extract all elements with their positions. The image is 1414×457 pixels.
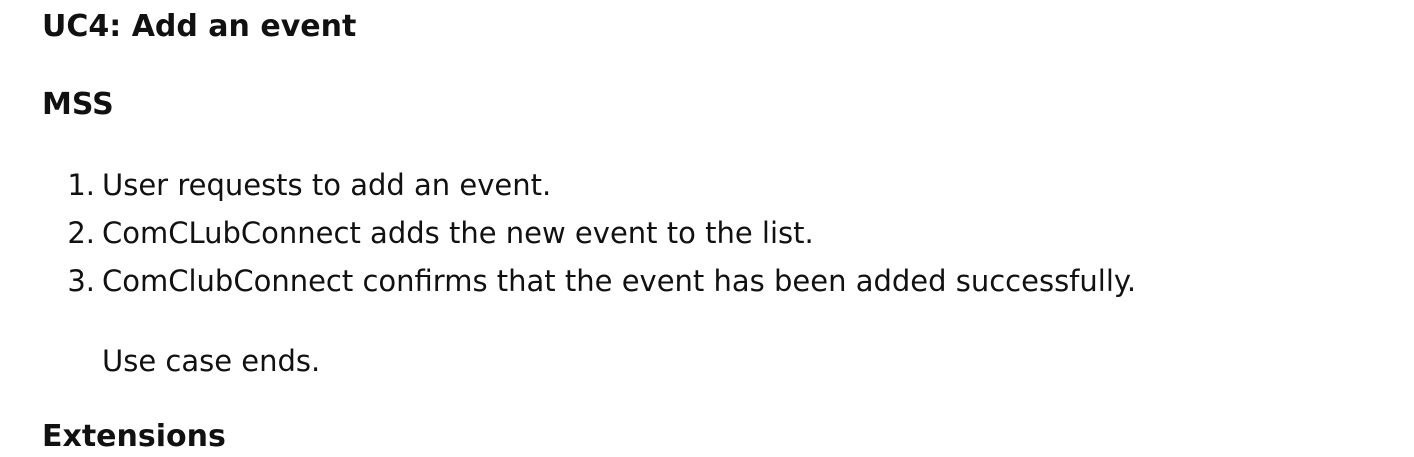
extensions-heading: Extensions bbox=[42, 419, 226, 454]
use-case-end-note: Use case ends. bbox=[102, 344, 321, 378]
step-number: 1. bbox=[67, 168, 95, 202]
step-number: 3. bbox=[67, 264, 95, 298]
step-text: ComCLubConnect adds the new event to the… bbox=[102, 216, 814, 250]
use-case-document: UC4: Add an event MSS 1. User requests t… bbox=[0, 0, 1414, 454]
step-number: 2. bbox=[67, 216, 95, 250]
use-case-title: UC4: Add an event bbox=[42, 9, 357, 44]
step-text: User requests to add an event. bbox=[102, 168, 552, 202]
step-text: ComClubConnect confirms that the event h… bbox=[102, 264, 1137, 298]
mss-heading: MSS bbox=[42, 87, 114, 122]
